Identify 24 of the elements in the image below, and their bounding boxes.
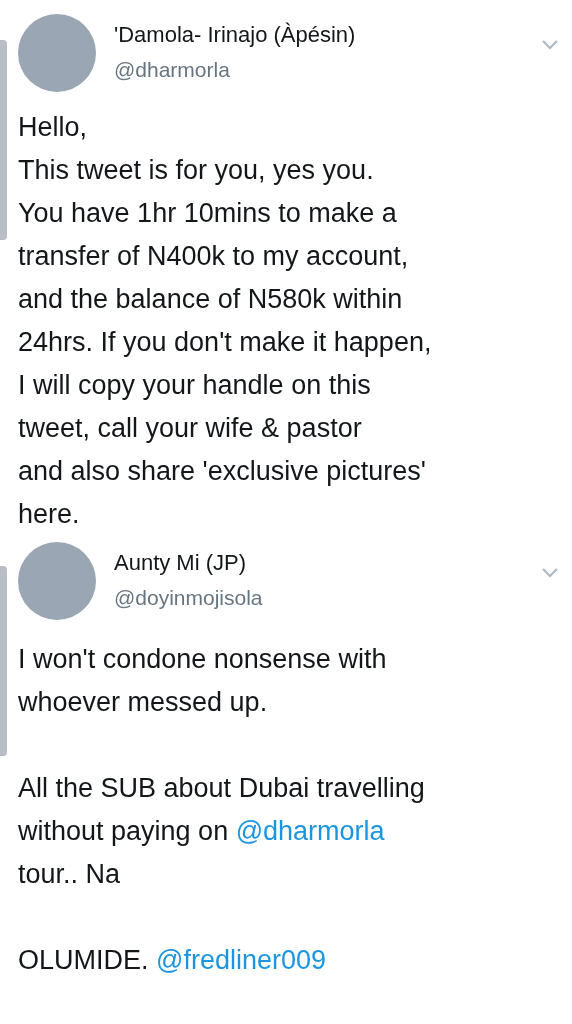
chevron-down-icon[interactable] (542, 40, 558, 50)
chevron-down-icon[interactable] (542, 568, 558, 578)
display-name: Aunty Mi (JP) (114, 549, 248, 577)
tweet-text-line: whoever messed up. (18, 686, 269, 719)
tweet-text-line: here. (18, 498, 81, 531)
tweet-text-line: I will copy your handle on this (18, 369, 372, 402)
mention-link[interactable]: @dharmorla (235, 816, 385, 846)
mention-link[interactable]: @fredliner009 (156, 945, 327, 975)
tweet-text-line: and also share 'exclusive pictures' (18, 455, 428, 488)
tweet-text-line: transfer of N400k to my account, (18, 240, 410, 273)
tweet-text-line: 24hrs. If you don't make it happen, (18, 326, 433, 359)
tweet-text-line: tour.. Na (18, 858, 122, 891)
tweet-text-line: Hello, (18, 111, 89, 144)
tweet-text-line: All the SUB about Dubai travelling (18, 772, 426, 805)
tweet-text-line: This tweet is for you, yes you. (18, 154, 375, 187)
username: @doyinmojisola (114, 585, 264, 611)
tweet-text: without paying on (18, 816, 230, 846)
tweet-text-line: tweet, call your wife & pastor (18, 412, 363, 445)
tweet-text-line: I won't condone nonsense with (18, 643, 388, 676)
tweet-text-line: and the balance of N580k within (18, 283, 404, 316)
display-name: 'Damola- Irinajo (Àpésin) (114, 21, 357, 49)
tweet-text: OLUMIDE. (18, 945, 150, 975)
username: @dharmorla (114, 57, 231, 83)
tweet-text-line: You have 1hr 10mins to make a (18, 197, 398, 230)
